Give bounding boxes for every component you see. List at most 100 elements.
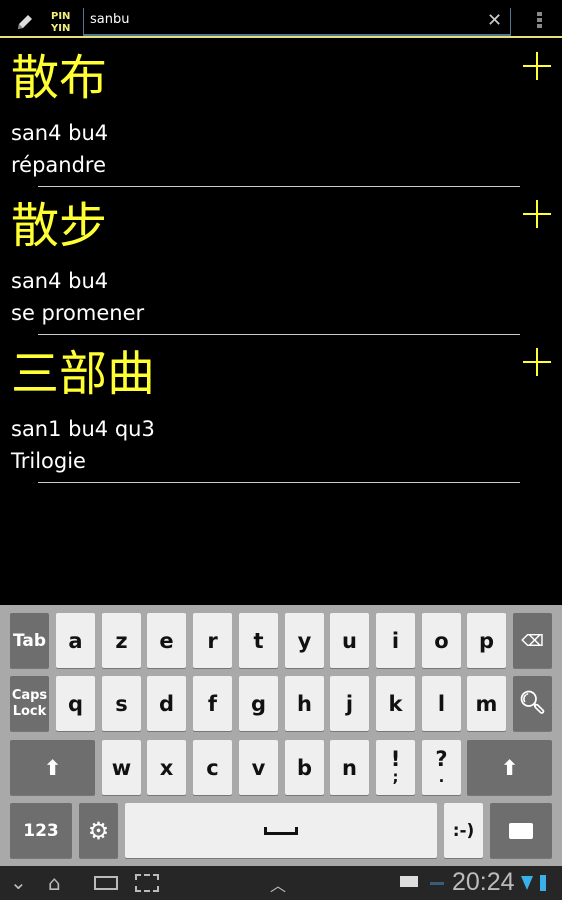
home-icon[interactable]: ⌂ — [48, 871, 61, 895]
key-v[interactable]: v — [239, 740, 278, 795]
key-u[interactable]: u — [330, 613, 369, 668]
plus-icon[interactable] — [523, 200, 551, 228]
backspace-key[interactable]: ⌫ — [513, 613, 552, 668]
divider — [38, 482, 520, 483]
result-item[interactable]: 散步 san4 bu4 se promener — [0, 188, 562, 336]
keyboard: Tab a z e r t y u i o p ⌫ Caps Lock q s d f g h j k l m 🔍︎ ⬆ w x c v b… — [0, 605, 562, 866]
key-punct[interactable]: ?. — [422, 740, 461, 795]
space-icon — [264, 826, 298, 835]
shift-key-right[interactable]: ⬆ — [467, 740, 552, 795]
key-label: ? — [435, 746, 448, 771]
pinyin: san4 bu4 — [11, 121, 109, 145]
key-c[interactable]: c — [193, 740, 232, 795]
back-icon[interactable]: ⌄ — [10, 870, 27, 894]
key-q[interactable]: q — [56, 676, 95, 731]
key-x[interactable]: x — [147, 740, 186, 795]
arrow-up-icon: ⬆ — [500, 755, 519, 780]
key-label: s — [115, 691, 128, 716]
pinyin-mode-toggle[interactable]: PIN YIN — [51, 11, 70, 35]
key-label: 123 — [23, 820, 59, 841]
numbers-key[interactable]: 123 — [10, 803, 72, 858]
key-label: w — [111, 755, 132, 780]
backspace-icon: ⌫ — [521, 631, 544, 650]
divider — [38, 334, 520, 335]
key-z[interactable]: z — [102, 613, 141, 668]
key-f[interactable]: f — [193, 676, 232, 731]
key-label: b — [296, 755, 313, 780]
caps-lock-key[interactable]: Caps Lock — [10, 676, 49, 731]
tab-key[interactable]: Tab — [10, 613, 49, 668]
key-w[interactable]: w — [102, 740, 141, 795]
key-label: Tab — [12, 630, 47, 651]
key-t[interactable]: t — [239, 613, 278, 668]
plus-icon[interactable] — [523, 52, 551, 80]
pinyin: san4 bu4 — [11, 269, 109, 293]
key-label: a — [68, 628, 83, 653]
key-label: e — [159, 628, 174, 653]
key-r[interactable]: r — [193, 613, 232, 668]
key-label: :-) — [452, 820, 475, 841]
key-a[interactable]: a — [56, 613, 95, 668]
settings-key[interactable]: ⚙ — [79, 803, 118, 858]
meaning: Trilogie — [11, 449, 86, 473]
key-j[interactable]: j — [330, 676, 369, 731]
clipboard-icon — [509, 822, 533, 839]
screenshot-icon[interactable] — [135, 874, 159, 892]
space-key[interactable] — [125, 803, 437, 858]
key-label: x — [159, 755, 174, 780]
clipboard-key[interactable] — [490, 803, 552, 858]
key-label: f — [207, 691, 218, 716]
pinyin: san1 bu4 qu3 — [11, 417, 155, 441]
key-label: z — [115, 628, 128, 653]
key-label: d — [158, 691, 175, 716]
key-label: m — [475, 691, 498, 716]
key-label: y — [297, 628, 312, 653]
key-b[interactable]: b — [285, 740, 324, 795]
hanzi: 散步 — [11, 198, 108, 254]
wifi-icon — [521, 876, 533, 890]
key-label: r — [207, 628, 218, 653]
result-item[interactable]: 三部曲 san1 bu4 qu3 Trilogie — [0, 336, 562, 484]
key-label: g — [250, 691, 267, 716]
meaning: se promener — [11, 301, 145, 325]
key-o[interactable]: o — [422, 613, 461, 668]
overflow-menu-icon[interactable] — [537, 12, 542, 30]
key-label: j — [345, 691, 354, 716]
key-label: p — [478, 628, 495, 653]
key-d[interactable]: d — [147, 676, 186, 731]
shift-key[interactable]: ⬆ — [10, 740, 95, 795]
key-l[interactable]: l — [422, 676, 461, 731]
key-e[interactable]: e — [147, 613, 186, 668]
key-s[interactable]: s — [102, 676, 141, 731]
chevron-up-icon[interactable]: ︿ — [270, 872, 286, 896]
system-nav-bar: ⌄ ⌂ ︿ 20:24 — [0, 866, 562, 900]
key-h[interactable]: h — [285, 676, 324, 731]
search-key[interactable]: 🔍︎ — [513, 676, 552, 731]
key-k[interactable]: k — [376, 676, 415, 731]
key-label: ! — [390, 746, 401, 771]
pencil-icon[interactable] — [15, 12, 35, 32]
key-g[interactable]: g — [239, 676, 278, 731]
search-input[interactable] — [90, 12, 480, 27]
clock: 20:24 — [452, 868, 515, 896]
key-m[interactable]: m — [467, 676, 506, 731]
key-label: i — [391, 628, 400, 653]
key-n[interactable]: n — [330, 740, 369, 795]
mode-label: PIN — [51, 11, 71, 22]
search-field[interactable]: ✕ — [83, 8, 511, 36]
key-label: t — [253, 628, 264, 653]
gear-icon: ⚙ — [87, 816, 110, 845]
arrow-up-icon: ⬆ — [43, 755, 62, 780]
recent-apps-icon[interactable] — [94, 876, 118, 890]
plus-icon[interactable] — [523, 348, 551, 376]
close-icon[interactable]: ✕ — [487, 10, 502, 31]
key-y[interactable]: y — [285, 613, 324, 668]
smiley-key[interactable]: :-) — [444, 803, 483, 858]
mode-label: YIN — [51, 23, 71, 34]
dash-icon — [430, 882, 444, 885]
result-item[interactable]: 散布 san4 bu4 répandre — [0, 40, 562, 188]
key-p[interactable]: p — [467, 613, 506, 668]
key-i[interactable]: i — [376, 613, 415, 668]
key-label: h — [297, 691, 312, 716]
key-punct[interactable]: !; — [376, 740, 415, 795]
